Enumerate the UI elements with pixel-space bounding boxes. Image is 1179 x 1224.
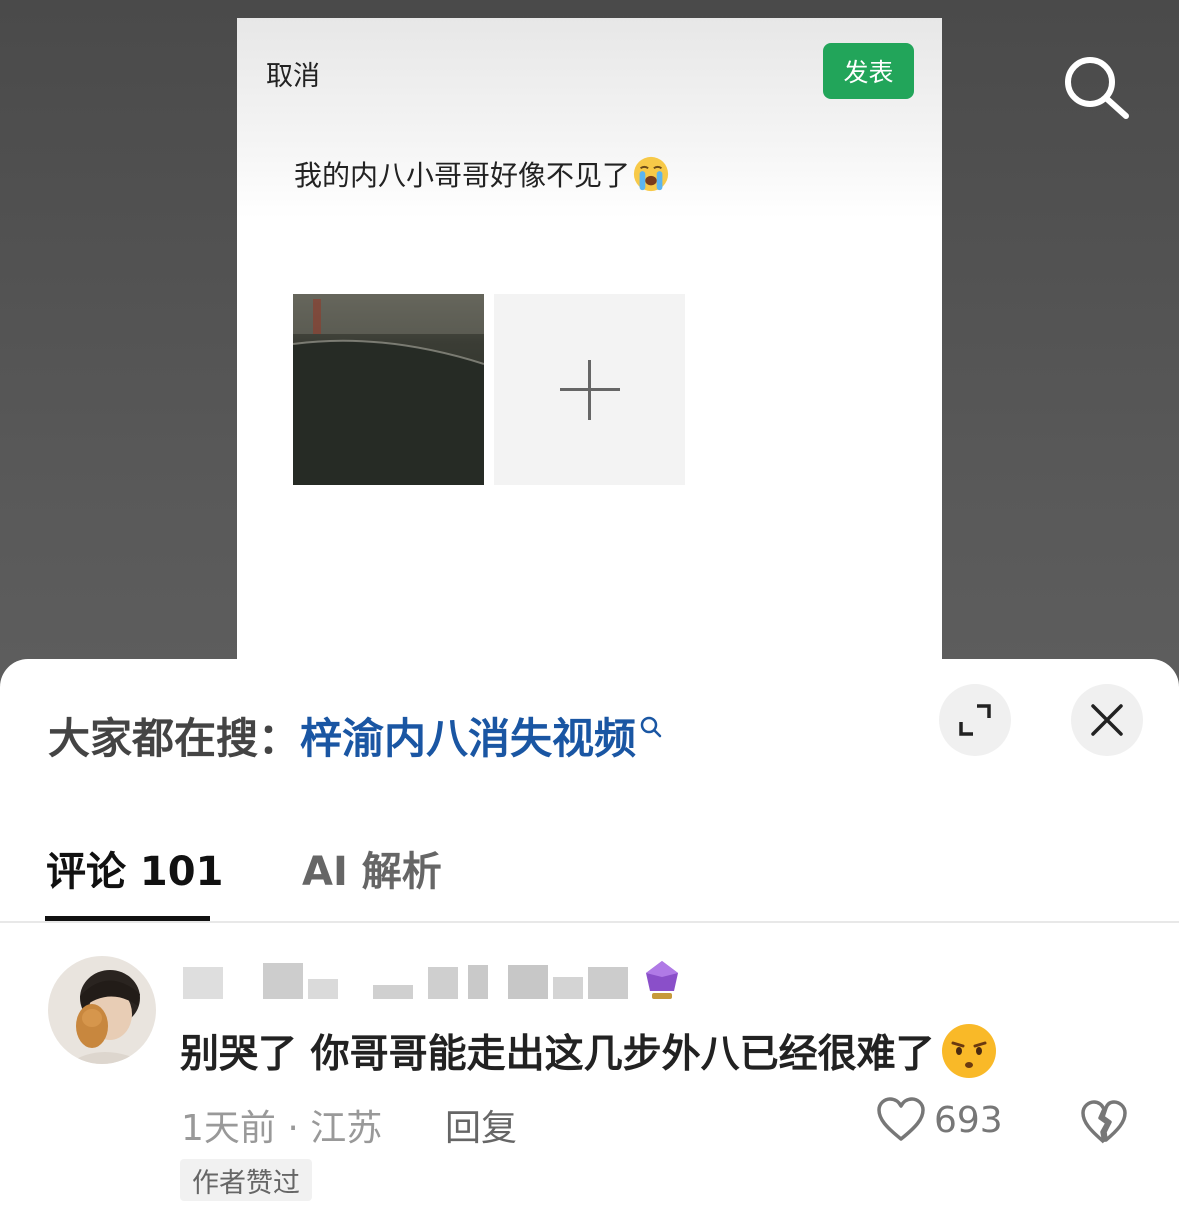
- thumbnail-image: [293, 294, 484, 485]
- attached-image-thumbnail[interactable]: [293, 294, 484, 485]
- avatar-image: [48, 956, 156, 1064]
- author-liked-badge: 作者赞过: [180, 1159, 312, 1201]
- small-search-icon: [640, 716, 662, 737]
- like-count: 693: [934, 1099, 1003, 1141]
- sheet-tabs: 评论 101 AI 解析: [0, 829, 1179, 923]
- crying-face-emoji-icon: [633, 156, 669, 192]
- comment-text-row: 别哭了 你哥哥能走出这几步外八已经很难了: [180, 1021, 999, 1081]
- smirking-face-emoji-icon: [941, 1024, 996, 1078]
- like-button[interactable]: 693: [876, 1097, 1003, 1143]
- post-editor-preview: 取消 发表 我的内八小哥哥好像不见了: [237, 18, 942, 678]
- username-redacted[interactable]: [183, 961, 643, 1001]
- user-badge-icon: [646, 961, 678, 999]
- cancel-button[interactable]: 取消: [266, 54, 320, 93]
- expand-icon: [959, 704, 991, 736]
- tab-ai-analysis[interactable]: AI 解析: [302, 839, 442, 897]
- broken-heart-icon[interactable]: [1080, 1099, 1128, 1147]
- heart-icon: [877, 1097, 925, 1141]
- post-text: 我的内八小哥哥好像不见了: [294, 159, 631, 192]
- reply-button[interactable]: 回复: [445, 1099, 517, 1151]
- comments-sheet: 大家都在搜： 梓渝内八消失视频 评论 101 AI 解析 别哭了 你哥哥能走出这…: [0, 659, 1179, 1224]
- add-image-button[interactable]: [494, 294, 685, 485]
- publish-button[interactable]: 发表: [823, 43, 914, 99]
- post-text-row: 我的内八小哥哥好像不见了: [294, 154, 670, 194]
- suggest-query-link[interactable]: 梓渝内八消失视频: [300, 705, 636, 766]
- tab-comments[interactable]: 评论 101: [46, 839, 223, 897]
- suggest-prefix: 大家都在搜：: [48, 714, 301, 763]
- plus-icon-vertical: [588, 360, 591, 420]
- avatar[interactable]: [48, 956, 156, 1064]
- tabs-divider: [0, 921, 1179, 923]
- comment-body: 别哭了 你哥哥能走出这几步外八已经很难了: [180, 1032, 935, 1077]
- close-icon: [1091, 704, 1123, 736]
- expand-button[interactable]: [939, 684, 1011, 756]
- search-icon[interactable]: [1060, 52, 1132, 124]
- comment-timestamp-location: 1天前 · 江苏: [181, 1108, 383, 1149]
- trending-search-suggestion: 大家都在搜： 梓渝内八消失视频: [48, 705, 664, 766]
- close-button[interactable]: [1071, 684, 1143, 756]
